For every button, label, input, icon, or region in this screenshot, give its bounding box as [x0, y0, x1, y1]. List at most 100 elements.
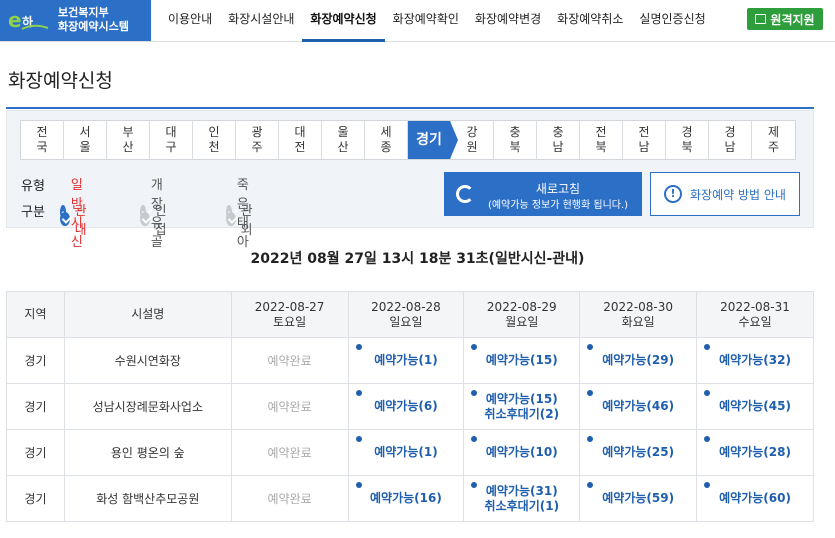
slot-available[interactable]: 예약가능(15) [463, 337, 581, 384]
region-tab[interactable]: 전북 [580, 121, 623, 159]
filter-panel: 전 국 서 울 부 산 대 구 인 천 광 주 대 전 울 산 세 종 경기 강 원 충 북 충 남 전 북 전 남 경 북 경 남 제 주 유형 … [6, 110, 814, 250]
region-tab[interactable]: 울산 [322, 121, 365, 159]
region-tab-label-bottom: 북 [595, 140, 607, 154]
slot-available[interactable]: 예약가능(15) 취소후대기(2) [463, 383, 581, 430]
slot-text[interactable]: 예약가능(1) [349, 353, 464, 368]
nav-item[interactable]: 화장예약취소 [549, 0, 631, 41]
region-tab[interactable]: 전국 [21, 121, 64, 159]
region-tab-label-top: 경 [681, 125, 693, 139]
region-tab[interactable]: 제주 [752, 121, 795, 159]
row-facility: 성남시장례문화사업소 [63, 383, 232, 430]
region-tab[interactable]: 충북 [494, 121, 537, 159]
row-facility: 화성 함백산추모공원 [63, 475, 232, 522]
status-dot-icon [471, 344, 478, 350]
slot-available[interactable]: 예약가능(6) [347, 383, 465, 430]
status-dot-icon [587, 390, 594, 396]
region-tab-label-top: 경기 [416, 131, 442, 148]
slot-line: 예약가능(46) [602, 399, 675, 413]
nav-item[interactable]: 화장예약신청 [302, 0, 385, 42]
nav-item[interactable]: 실명인증신청 [631, 0, 713, 41]
region-tab-label-bottom: 산 [337, 140, 349, 154]
slot-line: 예약가능(6) [374, 399, 438, 413]
monitor-icon [755, 14, 767, 24]
slot-text[interactable]: 예약가능(46) [580, 399, 696, 414]
slot-text[interactable]: 예약가능(1) [349, 445, 464, 460]
region-tab-label-top: 전 [638, 125, 650, 139]
slot-text[interactable]: 예약가능(15) 취소후대기(2) [464, 392, 579, 422]
refresh-button[interactable]: 새로고침 (예약가능 정보가 현행화 됩니다.) [444, 172, 642, 216]
nav-item[interactable]: 화장예약변경 [467, 0, 549, 41]
region-tab[interactable]: 전남 [623, 121, 666, 159]
status-dot-icon [355, 390, 362, 396]
region-tab[interactable]: 충남 [537, 121, 580, 159]
filter-option[interactable]: 관외 [226, 200, 257, 238]
region-tab[interactable]: 경북 [666, 121, 709, 159]
site-logo[interactable]: e 하 보건복지부 화장예약시스템 [0, 0, 151, 41]
slot-text[interactable]: 예약가능(32) [697, 353, 813, 368]
region-tab-label-top: 충 [509, 125, 521, 139]
filter-option-label: 관내 [74, 204, 87, 238]
slot-text[interactable]: 예약가능(10) [464, 445, 579, 460]
slot-text[interactable]: 예약가능(60) [697, 491, 813, 506]
region-tab-label-bottom: 구 [165, 140, 177, 154]
slot-text[interactable]: 예약가능(45) [697, 399, 813, 414]
nav-item[interactable]: 화장시설안내 [220, 0, 302, 41]
region-tab-label-bottom: 주 [767, 140, 780, 154]
date-column-header: 2022-08-31 수요일 [696, 291, 814, 338]
slot-available[interactable]: 예약가능(28) [696, 429, 814, 476]
status-dot-icon [587, 436, 594, 442]
slot-available[interactable]: 예약가능(32) [696, 337, 814, 384]
region-tab[interactable]: 세종 [365, 121, 408, 159]
slot-available[interactable]: 예약가능(25) [579, 429, 698, 476]
e-haneul-logo-icon: e 하 [8, 8, 49, 32]
remote-support-button[interactable]: 원격지원 [747, 8, 823, 30]
filter-option[interactable]: 관내 [60, 200, 91, 238]
slot-available[interactable]: 예약가능(10) [463, 429, 581, 476]
region-tab[interactable]: 경기 [408, 121, 458, 159]
col-facility: 시설명 [63, 291, 232, 338]
slot-available[interactable]: 예약가능(31) 취소후대기(1) [463, 475, 581, 522]
reservation-guide-button[interactable]: ! 화장예약 방법 안내 [650, 172, 800, 216]
slot-available[interactable]: 예약가능(59) [579, 475, 698, 522]
slot-line: 취소후대기(2) [484, 406, 560, 421]
slot-available[interactable]: 예약가능(45) [696, 383, 814, 430]
slot-text[interactable]: 예약가능(59) [580, 491, 696, 506]
slot-text[interactable]: 예약가능(16) [349, 491, 464, 506]
region-tab[interactable]: 대구 [150, 121, 193, 159]
slot-available[interactable]: 예약가능(1) [347, 337, 465, 384]
slot-text[interactable]: 예약가능(25) [580, 445, 696, 460]
nav-item[interactable]: 이용안내 [160, 0, 220, 41]
slot-line: 예약가능(15) [485, 353, 558, 367]
date-column-header: 2022-08-30 화요일 [579, 291, 698, 338]
slot-available[interactable]: 예약가능(1) [347, 429, 465, 476]
region-tab[interactable]: 대전 [279, 121, 322, 159]
region-tab[interactable]: 부산 [107, 121, 150, 159]
slot-line: 예약가능(29) [602, 353, 675, 367]
slot-available[interactable]: 예약가능(16) [347, 475, 465, 522]
nav-item[interactable]: 화장예약확인 [385, 0, 467, 41]
row-region: 경기 [6, 429, 65, 476]
slot-available[interactable]: 예약가능(46) [579, 383, 698, 430]
region-tab-label-bottom: 울 [79, 140, 91, 154]
region-tab[interactable]: 인천 [193, 121, 236, 159]
guide-label: 화장예약 방법 안내 [690, 187, 786, 202]
filter-option[interactable]: 인접 [140, 200, 171, 238]
slot-line: 예약가능(1) [374, 445, 438, 459]
slot-available[interactable]: 예약가능(29) [579, 337, 698, 384]
region-tab[interactable]: 서울 [64, 121, 107, 159]
slot-text[interactable]: 예약가능(6) [349, 399, 464, 414]
region-tab[interactable]: 경남 [709, 121, 752, 159]
check-icon [60, 212, 70, 226]
slot-text[interactable]: 예약가능(29) [580, 353, 696, 368]
slot-text[interactable]: 예약가능(31) 취소후대기(1) [464, 484, 579, 514]
region-tab-label-bottom: 남 [552, 140, 564, 154]
status-dot-icon [355, 482, 362, 488]
slot-text[interactable]: 예약가능(15) [464, 353, 579, 368]
slot-line: 예약가능(31) [485, 483, 558, 498]
region-tab[interactable]: 광주 [236, 121, 279, 159]
region-tab-label-bottom: 산 [122, 140, 134, 154]
slot-text[interactable]: 예약가능(28) [697, 445, 813, 460]
region-tabs: 전 국 서 울 부 산 대 구 인 천 광 주 대 전 울 산 세 종 경기 강 원 충 북 충 남 전 북 전 남 경 북 경 남 제 주 [20, 120, 796, 160]
column-day: 일요일 [389, 314, 423, 329]
slot-available[interactable]: 예약가능(60) [696, 475, 814, 522]
